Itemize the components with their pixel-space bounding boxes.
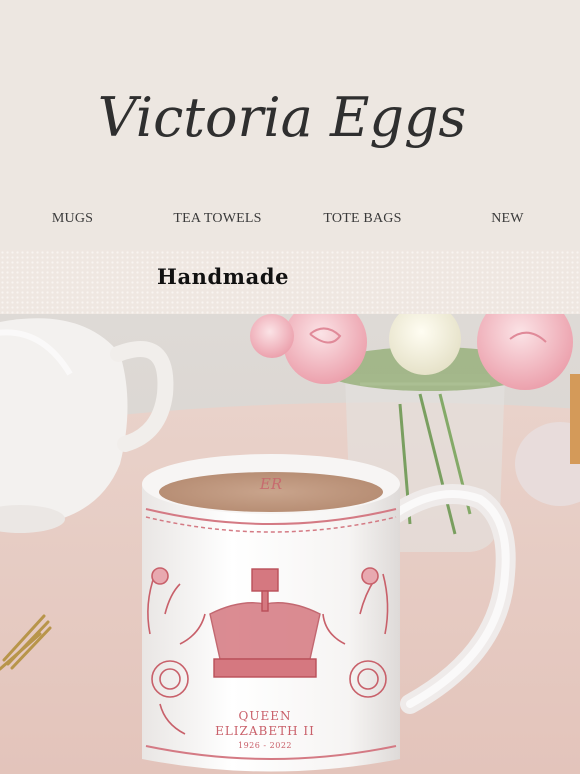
mug-monogram: ER [259, 475, 282, 493]
hero-photo: ER QUEEN ELIZABETH II 1926 - 2022 [0, 314, 580, 774]
brand-logo-wordmark: Victoria Eggs [98, 86, 466, 149]
nav-item-mugs[interactable]: MUGS [3, 211, 143, 227]
nav-item-tea-towels[interactable]: TEA TOWELS [148, 211, 288, 227]
brand-logo[interactable]: Victoria Eggs [0, 60, 580, 180]
section-banner [0, 250, 580, 314]
site-header: Victoria Eggs MUGS TEA TOWELS TOTE BAGS … [0, 0, 580, 250]
mug-text-dates: 1926 - 2022 [238, 741, 292, 750]
section-title: Handmade [157, 264, 290, 289]
mug-text-line2: ELIZABETH II [215, 724, 315, 738]
main-nav: MUGS TEA TOWELS TOTE BAGS NEW [0, 204, 580, 234]
nav-item-tote-bags[interactable]: TOTE BAGS [293, 211, 433, 227]
mug-text-line1: QUEEN [239, 709, 292, 723]
hero-image[interactable]: ER QUEEN ELIZABETH II 1926 - 2022 [0, 314, 580, 774]
nav-item-new[interactable]: NEW [438, 211, 578, 227]
brand-name: Victoria Eggs [98, 86, 466, 149]
